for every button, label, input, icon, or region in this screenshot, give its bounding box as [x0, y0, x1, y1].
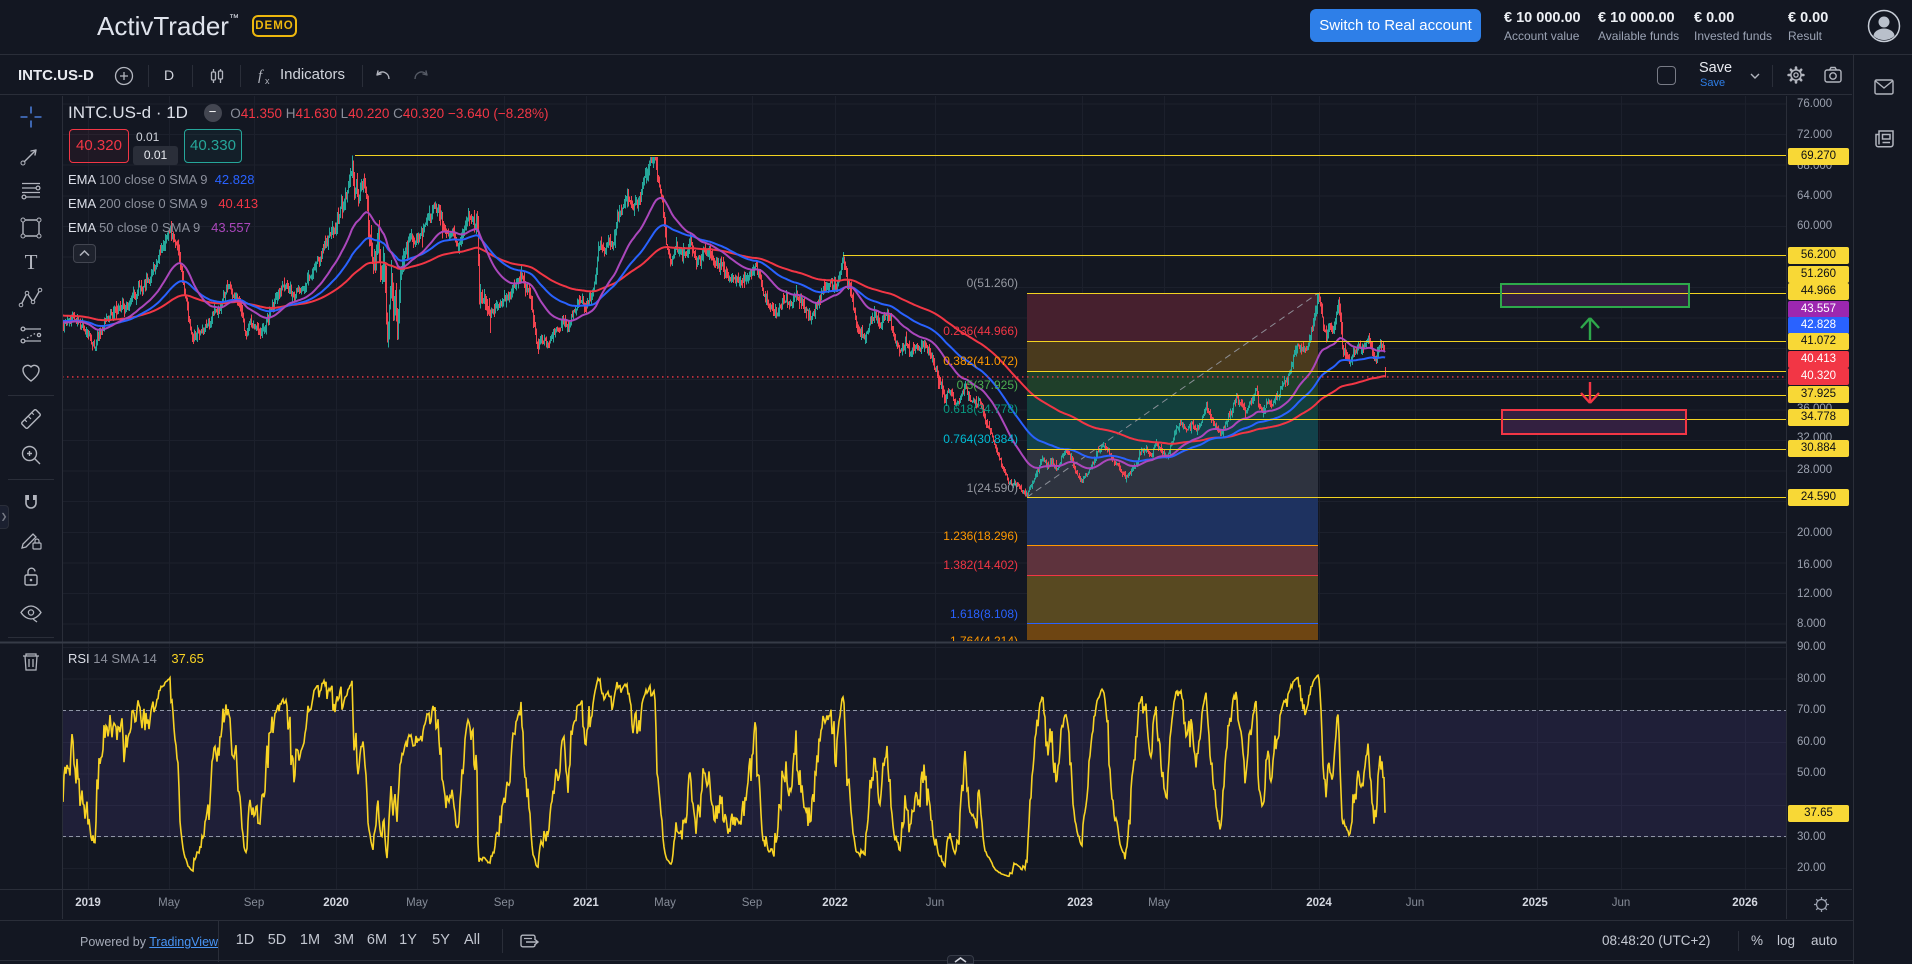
svg-text:f: f — [258, 68, 264, 84]
svg-text:T: T — [25, 250, 38, 274]
svg-text:x: x — [265, 76, 270, 86]
